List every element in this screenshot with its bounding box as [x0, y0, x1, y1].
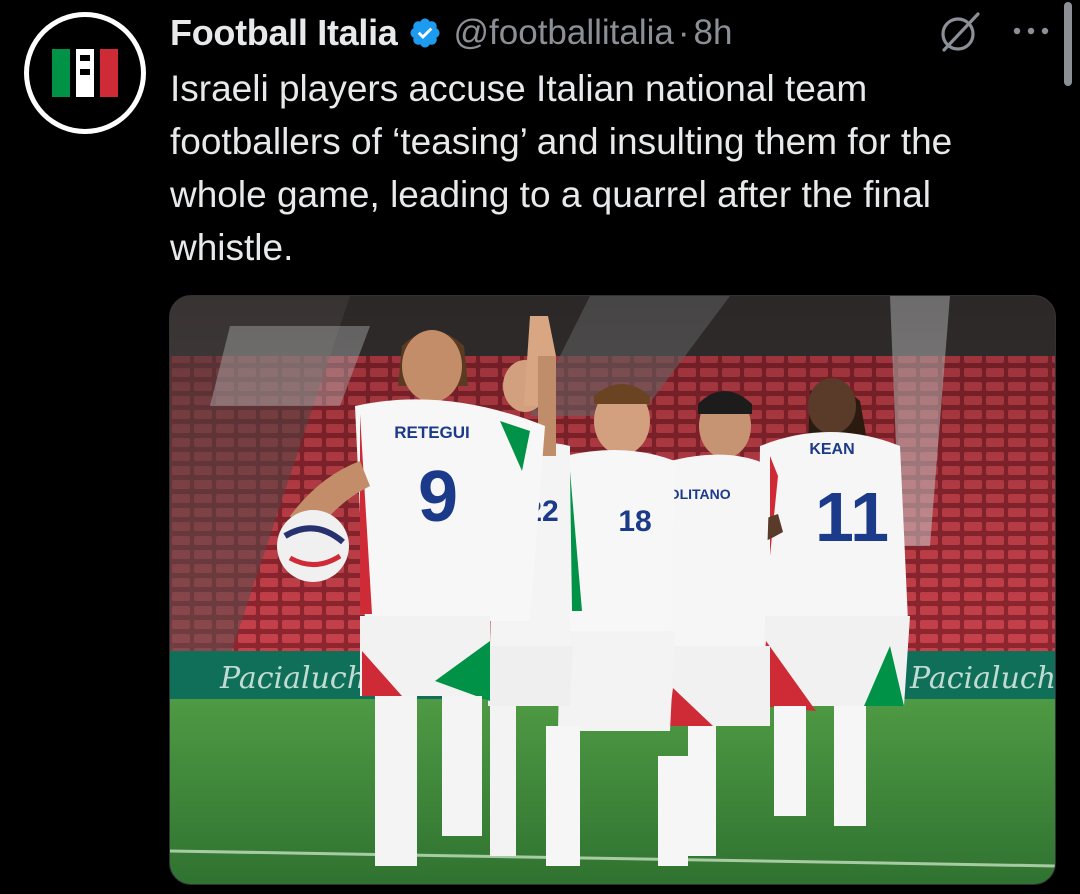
verified-badge-icon: [408, 16, 442, 50]
display-name[interactable]: Football Italia: [170, 12, 398, 54]
ad-board-text-right: Pacialuchy: [909, 661, 1056, 696]
ad-board-text-left: Pacialuchy: [219, 661, 384, 696]
tweet-media-image[interactable]: Pacialuchy Pacialuchy KEAN 11: [169, 295, 1056, 885]
timestamp[interactable]: 8h: [694, 13, 733, 53]
tweet-header: Football Italia @footballitalia · 8h: [170, 8, 732, 58]
scrollbar[interactable]: [1064, 2, 1072, 86]
football-italia-logo-icon: [29, 17, 141, 129]
jersey-name-kean: KEAN: [809, 441, 854, 458]
jersey-name-retegui: RETEGUI: [394, 423, 470, 442]
more-options-icon[interactable]: [1010, 14, 1054, 48]
grok-icon[interactable]: [938, 10, 982, 54]
avatar[interactable]: [24, 12, 146, 134]
jersey-number-9: 9: [418, 457, 458, 537]
separator-dot: ·: [677, 13, 690, 52]
jersey-number-18: 18: [618, 505, 651, 538]
tweet-text: Israeli players accuse Italian national …: [170, 68, 953, 268]
jersey-number-kean: 11: [815, 478, 889, 556]
handle[interactable]: @footballitalia: [454, 13, 674, 53]
tweet[interactable]: Football Italia @footballitalia · 8h Isr…: [0, 0, 1080, 894]
